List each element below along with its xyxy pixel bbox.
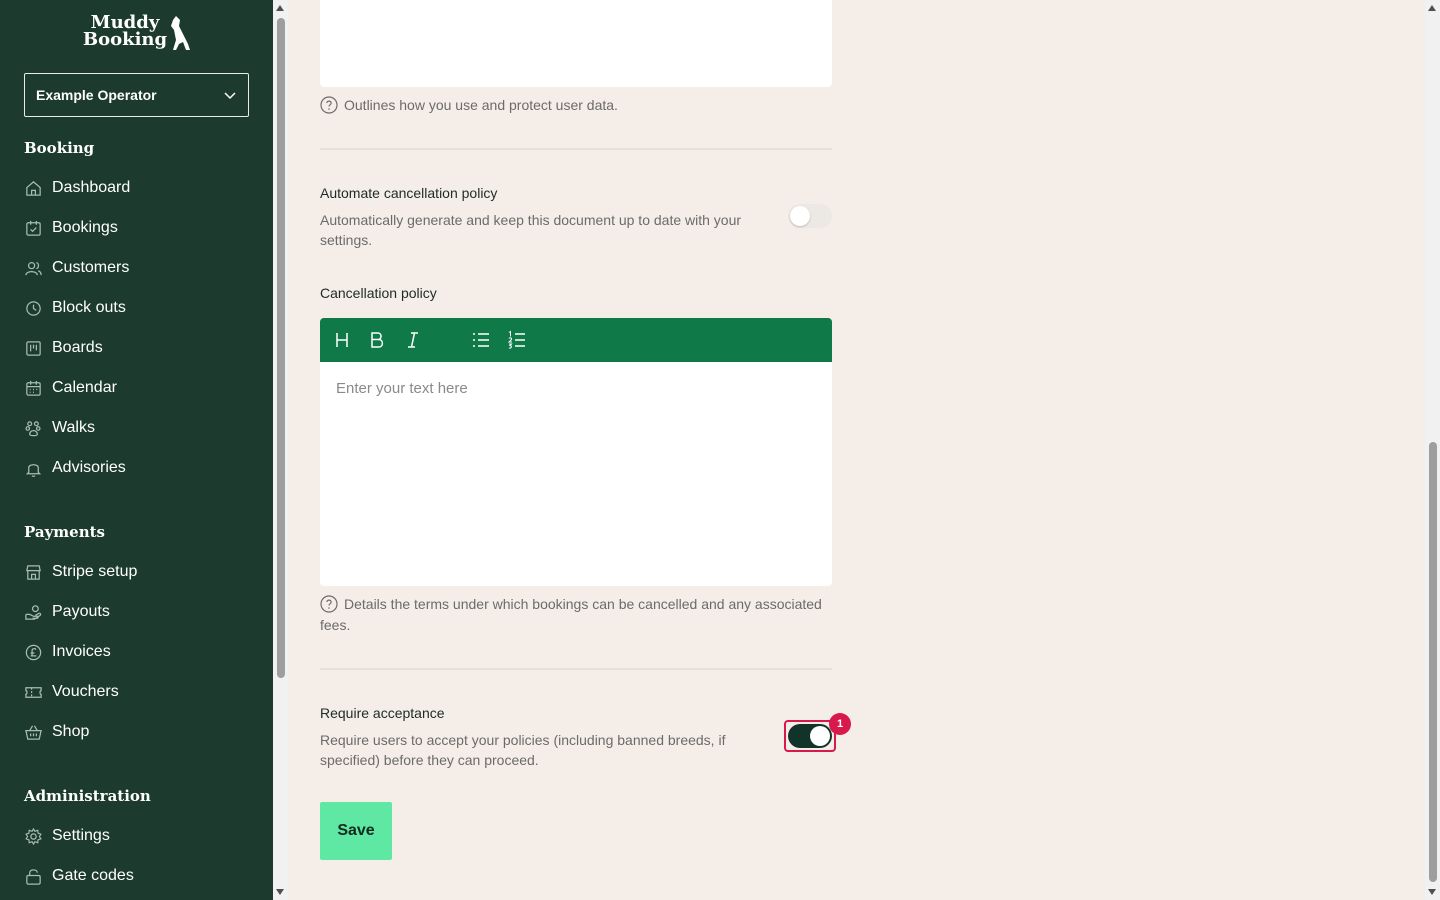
heading-icon [336, 333, 348, 347]
require-acceptance-title: Require acceptance [320, 705, 445, 721]
sidebar-item-label: Advisories [52, 459, 126, 476]
italic-button[interactable] [401, 328, 425, 352]
scroll-down-arrow[interactable] [1428, 889, 1436, 895]
sidebar-item-label: Invoices [52, 643, 111, 660]
editor-placeholder: Enter your text here [336, 380, 468, 397]
sidebar-scrollbar[interactable] [273, 0, 288, 900]
sidebar-item-label: Block outs [52, 299, 126, 316]
sidebar-item-dashboard[interactable]: Dashboard [24, 176, 130, 200]
help-icon [320, 96, 338, 114]
require-acceptance-description: Require users to accept your policies (i… [320, 732, 726, 768]
calendar-check-icon [26, 220, 41, 236]
heading-button[interactable] [330, 328, 354, 352]
sidebar-item-label: Gate codes [52, 867, 134, 884]
muddy-booking-logo[interactable]: Muddy Booking [80, 14, 194, 54]
scroll-up-arrow[interactable] [1428, 5, 1436, 11]
cancellation-policy-title: Cancellation policy [320, 285, 437, 301]
sidebar-item-walks[interactable]: Walks [24, 416, 95, 440]
board-icon [26, 340, 41, 356]
divider [320, 668, 832, 670]
page-scrollbar[interactable] [1425, 0, 1440, 900]
section-title-booking: Booking [24, 139, 95, 157]
bold-button[interactable] [365, 328, 389, 352]
cancellation-help-text: Details the terms under which bookings c… [320, 596, 822, 633]
sidebar-item-label: Dashboard [52, 179, 131, 196]
sidebar-item-invoices[interactable]: Invoices [24, 640, 111, 664]
bell-icon [25, 463, 42, 477]
toggle-track [788, 724, 832, 748]
scroll-up-arrow[interactable] [276, 5, 284, 11]
clock-icon [26, 300, 41, 316]
cancellation-policy-editor[interactable]: Enter your text here [320, 362, 832, 586]
sidebar-item-advisories[interactable]: Advisories [24, 456, 126, 480]
help-icon [320, 595, 338, 613]
privacy-help-text: Outlines how you use and protect user da… [344, 97, 618, 113]
sidebar-item-label: Stripe setup [52, 563, 138, 580]
privacy-help: Outlines how you use and protect user da… [320, 95, 832, 116]
scrollbar-thumb[interactable] [1429, 442, 1437, 882]
scroll-down-arrow[interactable] [276, 889, 284, 895]
operator-select[interactable]: Example Operator [24, 73, 249, 117]
section-title-administration: Administration [24, 787, 151, 805]
sidebar-item-calendar[interactable]: Calendar [24, 376, 117, 400]
users-icon [25, 261, 42, 275]
chevron-down-icon [224, 92, 236, 100]
dog-icon [171, 16, 190, 50]
bullet-list-icon [473, 333, 489, 347]
sidebar-item-settings[interactable]: Settings [24, 824, 110, 848]
sidebar-item-label: Customers [52, 259, 130, 276]
sidebar-item-block-outs[interactable]: Block outs [24, 296, 126, 320]
bullet-list-button[interactable] [469, 328, 493, 352]
scrollbar-thumb[interactable] [277, 18, 285, 678]
lock-icon [26, 868, 41, 885]
store-icon [26, 564, 41, 580]
sidebar-item-label: Boards [52, 339, 103, 356]
divider [320, 148, 832, 150]
sidebar-item-label: Bookings [52, 219, 118, 236]
sidebar-item-boards[interactable]: Boards [24, 336, 103, 360]
pound-icon [25, 644, 42, 660]
home-icon [26, 180, 41, 196]
gear-icon [25, 827, 42, 845]
sidebar-item-payouts[interactable]: Payouts [24, 600, 110, 624]
sidebar-item-label: Calendar [52, 379, 117, 396]
main-content: Outlines how you use and protect user da… [288, 0, 1425, 900]
sidebar-item-label: Settings [52, 827, 110, 844]
cancellation-help: Details the terms under which bookings c… [320, 594, 832, 636]
numbered-list-button[interactable] [505, 328, 529, 352]
sidebar-item-label: Payouts [52, 603, 110, 620]
paw-icon [25, 420, 41, 436]
privacy-policy-editor[interactable] [320, 0, 832, 87]
sidebar: Muddy Booking Example Operator Booking D… [0, 0, 273, 900]
notification-badge: 1 [829, 713, 851, 735]
automate-cancellation-description: Automatically generate and keep this doc… [320, 212, 742, 248]
sidebar-item-label: Shop [52, 723, 90, 740]
basket-icon [25, 725, 42, 740]
numbered-list-icon [507, 330, 525, 349]
sidebar-item-shop[interactable]: Shop [24, 720, 89, 744]
sidebar-item-stripe-setup[interactable]: Stripe setup [24, 560, 137, 584]
sidebar-item-customers[interactable]: Customers [24, 256, 129, 280]
sidebar-item-bookings[interactable]: Bookings [24, 216, 118, 240]
ticket-icon [25, 686, 42, 698]
operator-select-value: Example Operator [36, 87, 157, 103]
sidebar-item-label: Walks [52, 419, 95, 436]
logo-text: Muddy Booking [82, 12, 168, 50]
bold-icon [371, 332, 384, 348]
calendar-icon [26, 380, 41, 396]
sidebar-item-label: Vouchers [52, 683, 119, 700]
italic-icon [408, 332, 418, 348]
save-button[interactable]: Save [320, 802, 392, 860]
payout-icon [25, 604, 42, 620]
toggle-knob [810, 726, 830, 746]
toggle-knob [790, 206, 810, 226]
sidebar-item-vouchers[interactable]: Vouchers [24, 680, 119, 704]
automate-cancellation-toggle[interactable] [788, 204, 832, 228]
editor-toolbar [320, 318, 832, 362]
automate-cancellation-title: Automate cancellation policy [320, 185, 498, 201]
section-title-payments: Payments [24, 523, 106, 541]
sidebar-item-gate-codes[interactable]: Gate codes [24, 864, 134, 888]
